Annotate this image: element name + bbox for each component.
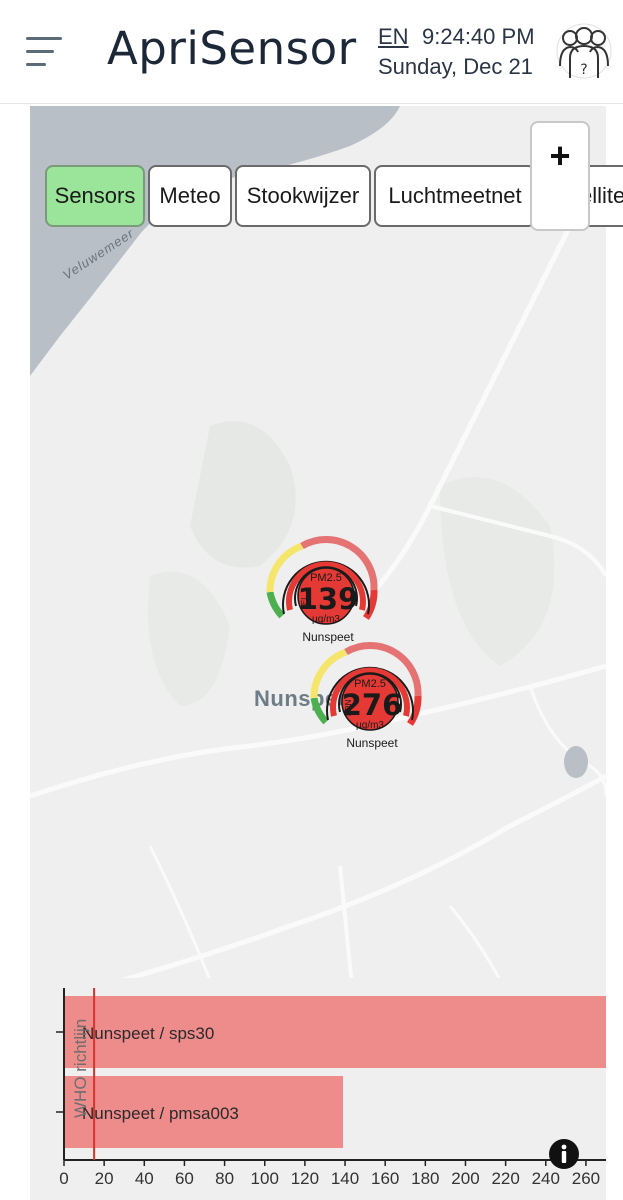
- language-toggle[interactable]: EN: [378, 24, 409, 50]
- x-tick-label: 180: [411, 1169, 439, 1188]
- zoom-in-button[interactable]: +: [530, 121, 590, 231]
- x-tick-label: 220: [491, 1169, 519, 1188]
- svg-text:?: ?: [580, 62, 587, 78]
- x-tick-label: 0: [59, 1169, 68, 1188]
- x-tick-label: 140: [331, 1169, 359, 1188]
- sensor-marker[interactable]: PM2.5 276 µg/m3 FRN Nunspeet: [306, 640, 436, 752]
- x-tick-label: 100: [251, 1169, 279, 1188]
- app-header: ApriSensor EN 9:24:40 PM Sunday, Dec 21 …: [0, 0, 623, 104]
- x-tick-label: 20: [95, 1169, 114, 1188]
- bar-label: Nunspeet / sps30: [82, 1024, 214, 1043]
- sensor-unit: µg/m3: [312, 614, 340, 625]
- tab-sensors[interactable]: Sensors: [45, 165, 145, 227]
- x-tick-label: 260: [572, 1169, 600, 1188]
- pm-bar-chart: Nunspeet / sps30 Nunspeet / pmsa003 0 20 40 6…: [30, 978, 606, 1200]
- clock-date: Sunday, Dec 21: [378, 54, 533, 79]
- x-tick-label: 160: [371, 1169, 399, 1188]
- info-icon[interactable]: [548, 1138, 580, 1170]
- bar-label: Nunspeet / pmsa003: [82, 1104, 239, 1123]
- users-help-icon[interactable]: ?: [556, 22, 612, 80]
- sensor-source: TEL: [300, 595, 309, 610]
- x-tick-label: 80: [215, 1169, 234, 1188]
- app-title: ApriSensor: [107, 22, 357, 75]
- who-reference-label: WHO richtlijn: [71, 1019, 90, 1118]
- tab-meteo[interactable]: Meteo: [148, 165, 232, 227]
- x-tick-label: 240: [532, 1169, 560, 1188]
- x-tick-label: 40: [135, 1169, 154, 1188]
- x-tick-label: 60: [175, 1169, 194, 1188]
- plus-icon: +: [549, 135, 571, 176]
- sensor-marker[interactable]: PM2.5 139 µg/m3 TEL Nunspeet: [262, 534, 392, 646]
- tab-luchtmeetnet[interactable]: Luchtmeetnet: [374, 165, 536, 227]
- hamburger-menu-icon[interactable]: [26, 37, 64, 67]
- tab-stookwijzer[interactable]: Stookwijzer: [235, 165, 371, 227]
- sensor-name: Nunspeet: [346, 736, 398, 750]
- x-tick-label: 200: [451, 1169, 479, 1188]
- x-tick-label: 120: [291, 1169, 319, 1188]
- sensor-unit: µg/m3: [356, 720, 384, 731]
- sensor-source: FRN: [344, 699, 353, 716]
- clock-time: 9:24:40 PM: [422, 24, 535, 49]
